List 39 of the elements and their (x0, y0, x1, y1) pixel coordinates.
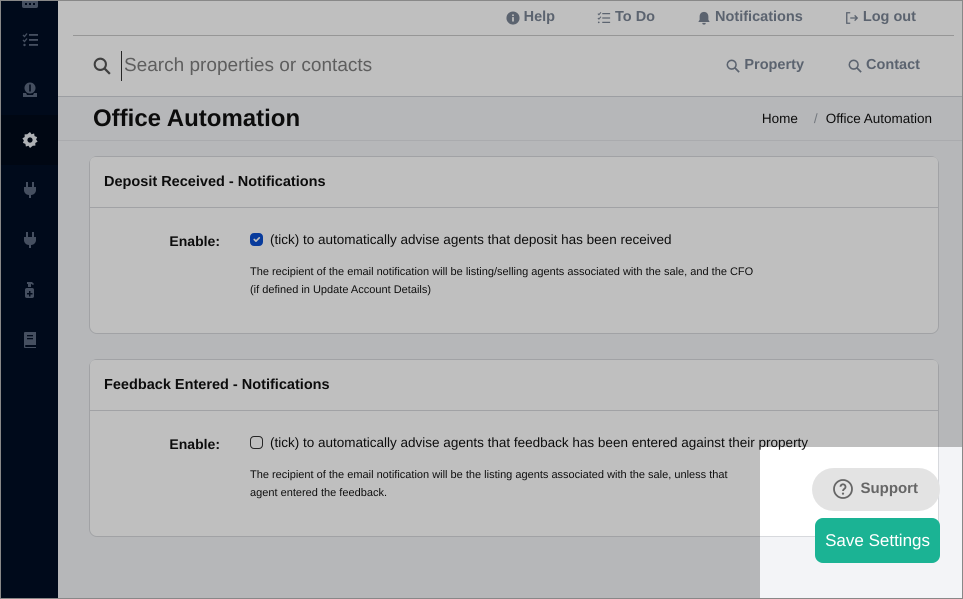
top-link[interactable]: To Do (597, 7, 656, 29)
sidebar-item[interactable] (1, 115, 58, 165)
breadcrumb-link[interactable]: Home (762, 111, 798, 126)
search-field[interactable]: Search properties or contacts (121, 50, 716, 81)
search-type-link[interactable]: Contact (848, 54, 920, 77)
breadcrumb-separator: / (812, 111, 819, 126)
search-icon (726, 58, 740, 73)
enable-label: Enable: (168, 232, 220, 252)
note-text: The recipient of the email notification will be listing/selling agents associated with the sale, and the CFO (250, 264, 754, 280)
plug-icon (22, 182, 38, 198)
note-text: The recipient of the email notification will be the listing agents associated with the sale, unless that (250, 468, 729, 483)
page-title: Office Automation (93, 104, 300, 134)
search-type-link[interactable]: Property (726, 54, 804, 77)
save-button[interactable]: Save Settings (815, 518, 940, 563)
search-icon (848, 58, 862, 73)
enable-checkbox[interactable] (250, 233, 263, 246)
gear-icon (22, 132, 38, 148)
enable-label: Enable: (168, 435, 220, 454)
search-icon (93, 56, 111, 75)
help-icon (832, 479, 852, 500)
top-link[interactable]: Help (506, 7, 556, 29)
top-link[interactable]: Log out (844, 7, 916, 29)
card-title: Deposit Received - Notifications (90, 156, 938, 208)
checklist-icon (22, 32, 38, 48)
support-button[interactable]: Support (812, 468, 940, 510)
top-link[interactable]: Notifications (697, 7, 803, 29)
note-text: (if defined in Update Account Details) (250, 282, 432, 298)
option-text: (tick) to automatically advise agents that deposit has been received (270, 231, 672, 250)
enable-checkbox[interactable] (250, 436, 263, 450)
plug-icon (22, 232, 38, 248)
checklist-icon (597, 10, 612, 25)
note-text: agent entered the feedback. (250, 486, 388, 501)
info-icon (506, 10, 520, 25)
breadcrumb-current: Office Automation (826, 111, 932, 126)
book-icon (22, 332, 38, 348)
card-title: Feedback Entered - Notifications (90, 360, 938, 412)
bell-icon (697, 10, 712, 25)
logout-icon (844, 10, 859, 25)
option-text: (tick) to automatically advise agents that feedback has been entered against their property (270, 434, 808, 452)
